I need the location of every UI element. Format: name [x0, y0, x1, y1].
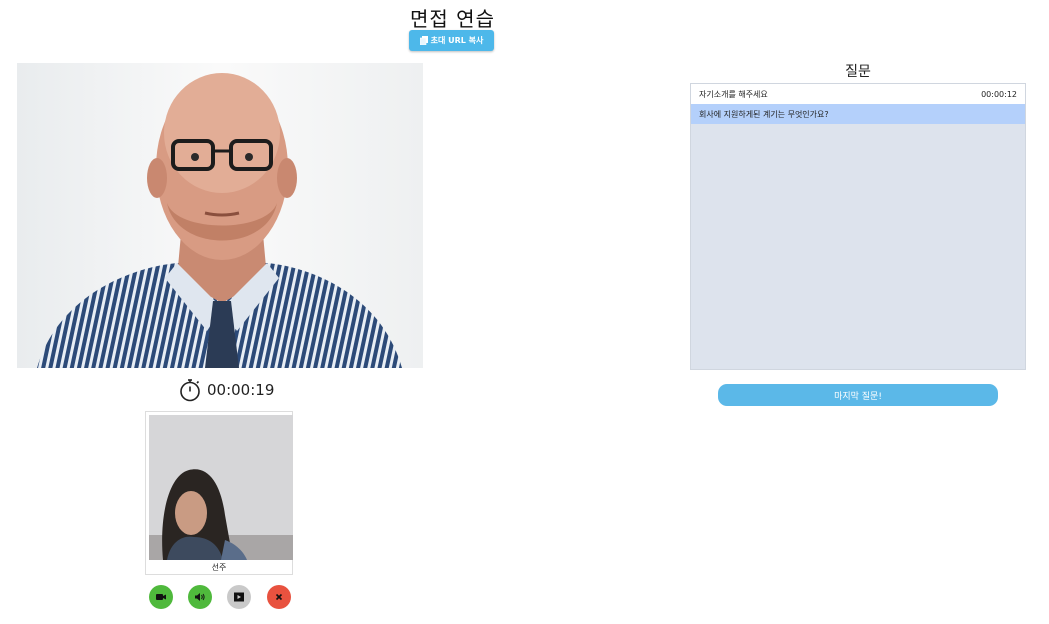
questions-panel: 자기소개를 해주세요 00:00:12 회사에 지원하게된 계기는 무엇인가요? — [690, 83, 1026, 370]
question-text: 자기소개를 해주세요 — [699, 89, 768, 99]
speaker-icon — [195, 593, 205, 601]
self-name: 선주 — [211, 563, 227, 572]
copy-icon — [419, 36, 428, 45]
stopwatch-icon — [180, 379, 200, 402]
screen-share-button[interactable] — [227, 585, 251, 609]
audio-toggle-button[interactable] — [188, 585, 212, 609]
self-view-card: 선주 — [145, 411, 293, 575]
interview-timer: 00:00:19 — [179, 378, 274, 402]
interviewer-video — [17, 63, 423, 368]
video-camera-icon — [156, 594, 166, 600]
questions-title: 질문 — [845, 64, 871, 80]
timer-value: 00:00:19 — [207, 381, 275, 399]
question-item[interactable]: 자기소개를 해주세요 00:00:12 — [691, 84, 1025, 104]
screen-share-icon — [234, 592, 244, 602]
self-video — [149, 415, 293, 560]
last-question-button[interactable]: 마지막 질문! — [718, 384, 998, 406]
question-time: 00:00:12 — [981, 89, 1017, 99]
copy-invite-url-button[interactable]: 초대 URL 복사 — [409, 30, 494, 51]
leave-call-button[interactable] — [267, 585, 291, 609]
page-title: 면접 연습 — [410, 7, 495, 31]
copy-invite-url-label: 초대 URL 복사 — [430, 36, 484, 45]
close-icon — [275, 593, 283, 601]
question-item[interactable]: 회사에 지원하게된 계기는 무엇인가요? — [691, 104, 1025, 124]
question-text: 회사에 지원하게된 계기는 무엇인가요? — [699, 109, 829, 119]
camera-toggle-button[interactable] — [149, 585, 173, 609]
